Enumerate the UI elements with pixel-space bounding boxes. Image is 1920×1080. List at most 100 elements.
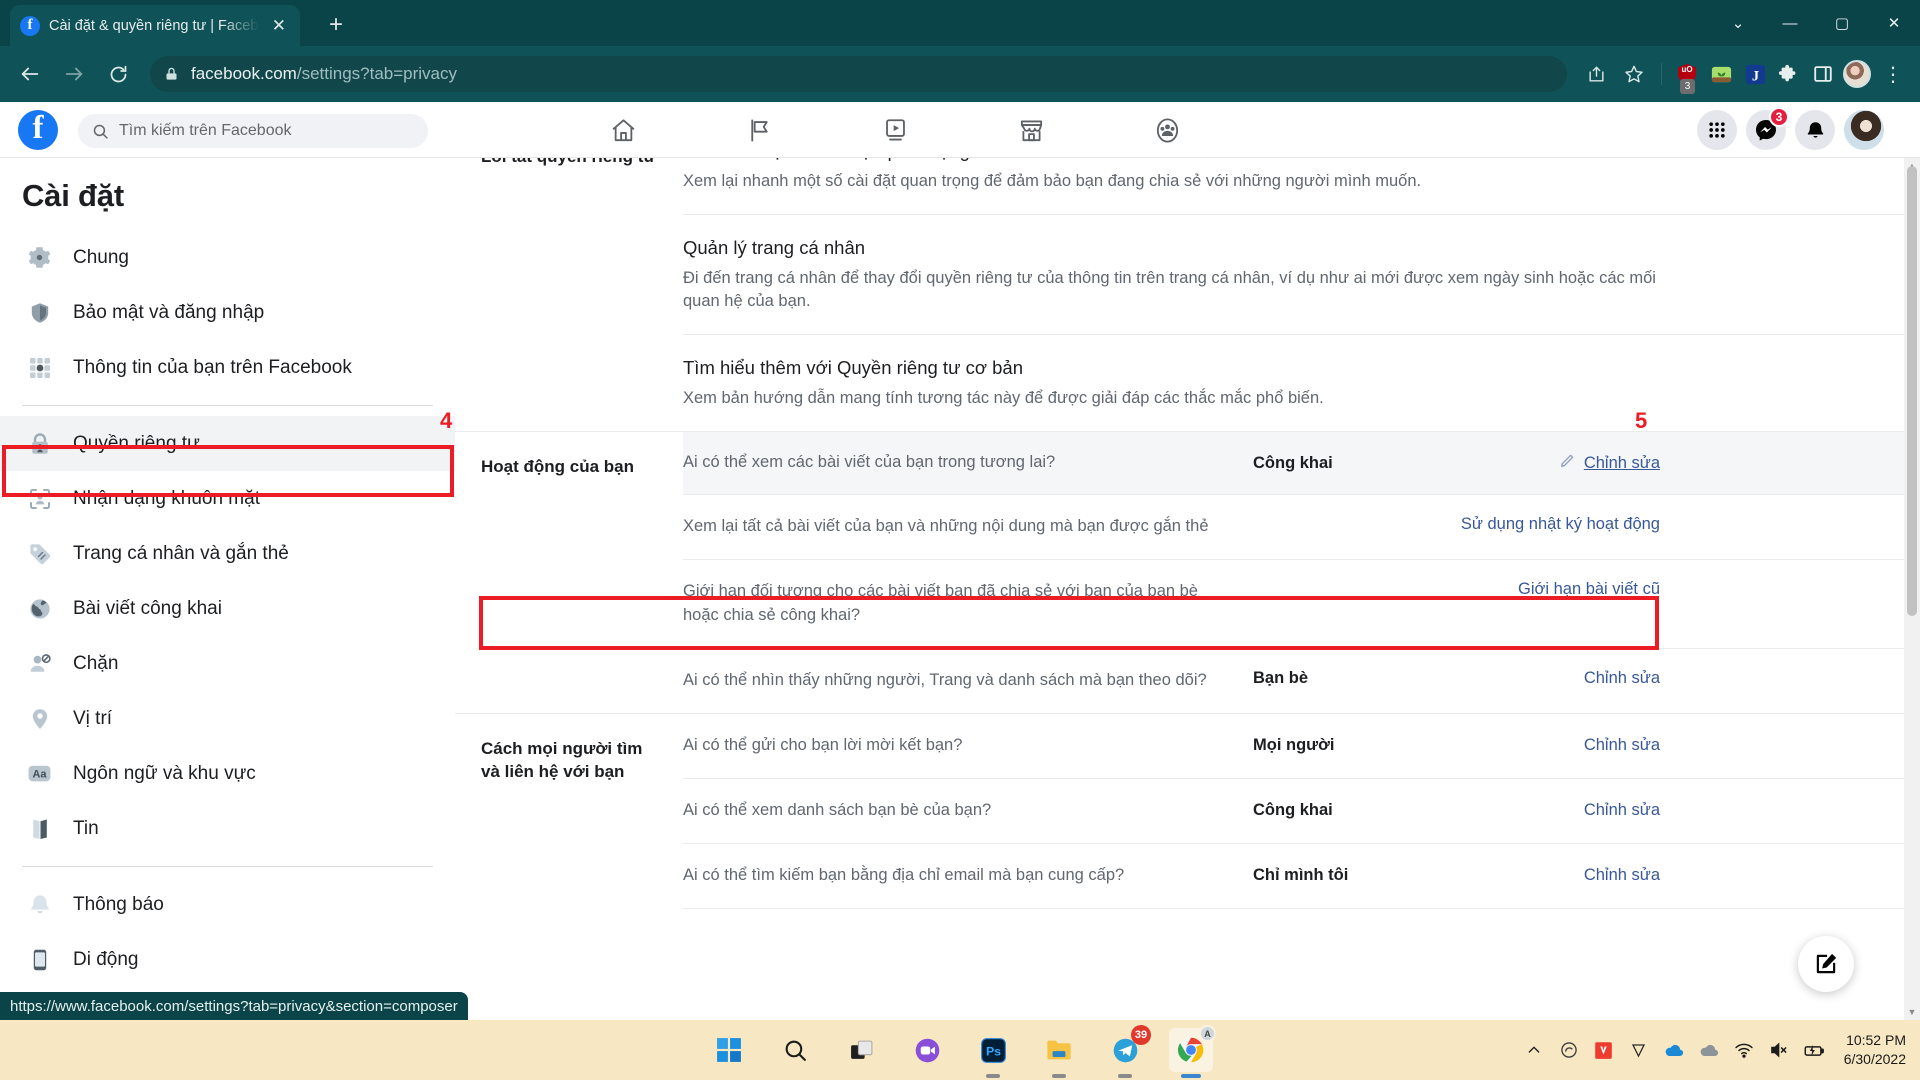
intro-row[interactable]: Tìm hiểu thêm với Quyền riêng tư cơ bản … bbox=[683, 335, 1904, 431]
wifi-icon[interactable] bbox=[1733, 1039, 1755, 1061]
settings-scroll-area: Lối tắt quyền riêng tư Kiểm tra một vài … bbox=[455, 158, 1904, 1020]
annotation-number-5: 5 bbox=[1635, 408, 1648, 433]
side-panel-icon[interactable] bbox=[1808, 59, 1838, 89]
activity-log-link[interactable]: Sử dụng nhật ký hoạt động bbox=[1461, 515, 1660, 534]
onedrive-gray-icon[interactable] bbox=[1698, 1039, 1720, 1061]
close-tab-icon[interactable]: ✕ bbox=[268, 15, 290, 36]
window-tab-search-icon[interactable]: ⌄ bbox=[1712, 0, 1764, 46]
search-icon[interactable] bbox=[773, 1028, 817, 1072]
zalo-icon[interactable] bbox=[905, 1028, 949, 1072]
chrome-profile-avatar[interactable] bbox=[1842, 59, 1872, 89]
volume-muted-icon[interactable] bbox=[1768, 1039, 1790, 1061]
unikey-icon[interactable] bbox=[1593, 1039, 1615, 1061]
window-maximize-button[interactable]: ▢ bbox=[1816, 0, 1868, 46]
taskbar-clock[interactable]: 10:52 PM 6/30/2022 bbox=[1844, 1031, 1906, 1069]
file-explorer-icon[interactable] bbox=[1037, 1028, 1081, 1078]
row-ai-co-the-tim-kiem-bang-email[interactable]: Ai có thể tìm kiếm bạn bằng địa chỉ emai… bbox=[683, 844, 1904, 909]
sidebar-item-bai-viet-cong-khai[interactable]: Bài viết công khai bbox=[0, 581, 455, 636]
address-bar[interactable]: facebook.com/settings?tab=privacy bbox=[150, 56, 1567, 92]
row-ai-co-the-xem-cac-bai-viet[interactable]: Ai có thể xem các bài viết của bạn trong… bbox=[683, 432, 1904, 496]
sidebar-item-nhan-dang-khuon-mat[interactable]: Nhận dạng khuôn mặt bbox=[0, 471, 455, 526]
edit-link[interactable]: Chỉnh sửa bbox=[1584, 669, 1660, 688]
chrome-profile-badge: A bbox=[1199, 1025, 1216, 1042]
nav-pages-flag-icon[interactable] bbox=[711, 104, 807, 156]
seedling-extension-icon[interactable] bbox=[1706, 59, 1736, 89]
telegram-icon[interactable]: 39 bbox=[1103, 1025, 1151, 1078]
intro-row[interactable]: Quản lý trang cá nhân Đi đến trang cá nh… bbox=[683, 215, 1904, 336]
sidebar-item-vi-tri[interactable]: Vị trí bbox=[0, 691, 455, 746]
sidebar-item-ngon-ngu-va-khu-vuc[interactable]: Aa Ngôn ngữ và khu vực bbox=[0, 746, 455, 801]
edit-link[interactable]: Chỉnh sửa bbox=[1584, 736, 1660, 755]
edit-link[interactable]: Chỉnh sửa bbox=[1584, 866, 1660, 885]
telegram-badge-count: 39 bbox=[1131, 1025, 1151, 1045]
intro-row-title: Quản lý trang cá nhân bbox=[683, 236, 866, 258]
photoshop-icon[interactable]: Ps bbox=[971, 1028, 1015, 1078]
onedrive-blue-icon[interactable] bbox=[1663, 1039, 1685, 1061]
v-app-icon[interactable] bbox=[1628, 1039, 1650, 1061]
nav-watch-video-icon[interactable] bbox=[847, 104, 943, 156]
sidebar-item-chan[interactable]: Chặn bbox=[0, 636, 455, 691]
forward-button[interactable] bbox=[54, 54, 94, 94]
intro-row-title: Kiểm tra một vài cài đặt quan trọng bbox=[683, 158, 1665, 165]
extensions-puzzle-icon[interactable] bbox=[1774, 59, 1804, 89]
row-value: Chỉ mình tôi bbox=[1253, 866, 1349, 885]
section-label: Cách mọi người tìm và liên hệ với bạn bbox=[481, 738, 643, 781]
chrome-menu-icon[interactable]: ⋮ bbox=[1876, 57, 1910, 91]
show-hidden-icons-chevron[interactable] bbox=[1523, 1039, 1545, 1061]
edit-link[interactable]: Chỉnh sửa bbox=[1584, 454, 1660, 473]
battery-charging-icon[interactable] bbox=[1803, 1039, 1825, 1061]
row-ai-co-the-gui-loi-moi-ket-ban[interactable]: Ai có thể gửi cho bạn lời mời kết bạn? M… bbox=[683, 714, 1904, 779]
facebook-search-input[interactable]: Tìm kiếm trên Facebook bbox=[78, 114, 428, 148]
limit-old-posts-link[interactable]: Giới hạn bài viết cũ bbox=[1518, 580, 1660, 599]
adobe-creative-cloud-icon[interactable] bbox=[1558, 1039, 1580, 1061]
bookmark-star-icon[interactable] bbox=[1617, 57, 1651, 91]
row-question: Ai có thể xem các bài viết của bạn trong… bbox=[683, 453, 1056, 472]
browser-toolbar: facebook.com/settings?tab=privacy uO 3 J bbox=[0, 46, 1920, 102]
row-xem-lai-tat-ca-bai-viet[interactable]: Xem lại tất cả bài viết của bạn và những… bbox=[683, 495, 1904, 560]
nav-groups-icon[interactable] bbox=[1119, 104, 1215, 156]
row-ai-co-the-xem-danh-sach-ban-be[interactable]: Ai có thể xem danh sách bạn bè của bạn? … bbox=[683, 779, 1904, 844]
task-view-icon[interactable] bbox=[839, 1028, 883, 1072]
intro-row[interactable]: Kiểm tra một vài cài đặt quan trọng Xem … bbox=[683, 158, 1904, 215]
scrollbar-thumb[interactable] bbox=[1907, 166, 1917, 616]
menu-grid-icon[interactable] bbox=[1697, 110, 1737, 150]
new-tab-button[interactable]: + bbox=[320, 10, 352, 42]
google-chrome-icon[interactable]: A bbox=[1169, 1025, 1216, 1078]
row-ai-co-the-nhin-thay-nhung-nguoi[interactable]: Ai có thể nhìn thấy những người, Trang v… bbox=[683, 649, 1904, 713]
sidebar-item-thong-tin-cua-ban-tren-facebook[interactable]: Thông tin của bạn trên Facebook bbox=[0, 340, 455, 395]
window-minimize-button[interactable]: — bbox=[1764, 0, 1816, 46]
j-extension-icon[interactable]: J bbox=[1740, 59, 1770, 89]
nav-marketplace-icon[interactable] bbox=[983, 104, 1079, 156]
sidebar-item-thong-bao[interactable]: Thông báo bbox=[0, 877, 455, 932]
sidebar-item-label: Trang cá nhân và gắn thẻ bbox=[73, 542, 289, 564]
nav-home-icon[interactable] bbox=[575, 104, 671, 156]
scroll-down-arrow[interactable]: ▼ bbox=[1904, 1004, 1920, 1020]
back-button[interactable] bbox=[10, 54, 50, 94]
sidebar-item-trang-ca-nhan-va-gan-the[interactable]: Trang cá nhân và gắn thẻ bbox=[0, 526, 455, 581]
edit-link[interactable]: Chỉnh sửa bbox=[1584, 801, 1660, 820]
ublock-origin-extension-icon[interactable]: uO 3 bbox=[1672, 59, 1702, 94]
sidebar-item-di-dong[interactable]: Di động bbox=[0, 932, 455, 987]
sidebar-item-quyen-rieng-tu[interactable]: Quyền riêng tư bbox=[0, 416, 455, 471]
running-indicator bbox=[1118, 1074, 1132, 1078]
page-scrollbar[interactable]: ▲ ▼ bbox=[1904, 158, 1920, 1020]
window-close-button[interactable]: ✕ bbox=[1868, 0, 1920, 46]
browser-tab[interactable]: f Cài đặt & quyền riêng tư | Facebook ✕ bbox=[10, 5, 300, 46]
intro-row-title: Tìm hiểu thêm với Quyền riêng tư cơ bản bbox=[683, 357, 1023, 379]
compose-post-button[interactable] bbox=[1798, 936, 1854, 992]
windows-start-icon[interactable] bbox=[707, 1028, 751, 1072]
section-loi-tat-quyen-rieng-tu: Lối tắt quyền riêng tư Kiểm tra một vài … bbox=[455, 158, 1904, 433]
messenger-icon[interactable]: 3 bbox=[1746, 107, 1789, 150]
share-icon[interactable] bbox=[1579, 57, 1613, 91]
notifications-bell-icon[interactable] bbox=[1795, 110, 1835, 150]
reload-button[interactable] bbox=[98, 54, 138, 94]
sidebar-item-chung[interactable]: Chung bbox=[0, 230, 455, 285]
search-icon bbox=[93, 124, 108, 139]
sidebar-item-tin[interactable]: Tin bbox=[0, 801, 455, 856]
sidebar-item-bao-mat-va-dang-nhap[interactable]: Bảo mật và đăng nhập bbox=[0, 285, 455, 340]
row-gioi-han-doi-tuong[interactable]: Giới hạn đối tượng cho các bài viết bạn … bbox=[683, 560, 1904, 649]
facebook-logo-icon[interactable]: f bbox=[18, 110, 58, 150]
user-avatar[interactable] bbox=[1844, 110, 1884, 150]
sidebar-item-label: Nhận dạng khuôn mặt bbox=[73, 487, 260, 509]
sidebar-divider bbox=[22, 405, 433, 406]
